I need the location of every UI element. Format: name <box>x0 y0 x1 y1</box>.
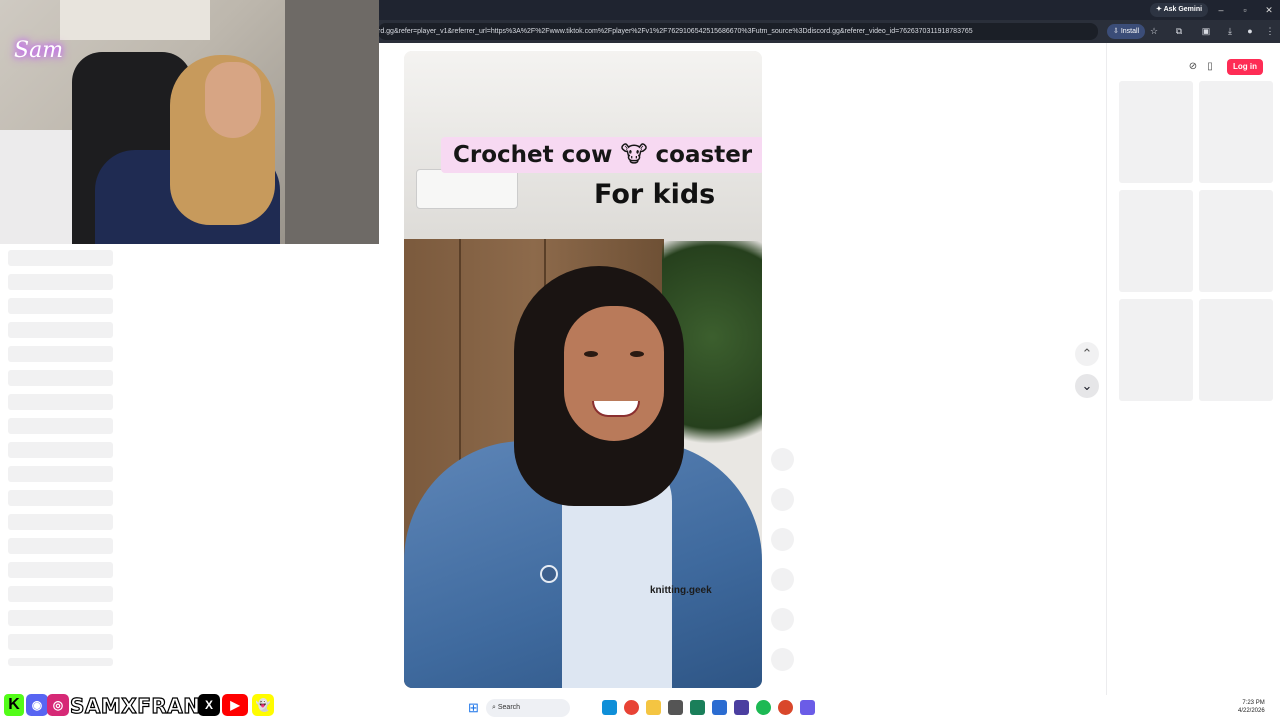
skeleton-row <box>8 370 113 386</box>
minimize-button[interactable]: – <box>1210 2 1232 18</box>
clock-date: 4/22/2026 <box>1238 708 1265 714</box>
video-player[interactable]: Crochet cow 🐮 coaster For kids knitting.… <box>404 51 762 688</box>
share-button-placeholder[interactable] <box>771 608 794 631</box>
chevron-up-icon: ⌃ <box>1081 346 1093 361</box>
skeleton-row <box>8 442 113 458</box>
snapchat-icon: 👻 <box>252 694 274 716</box>
chrome-app-icon[interactable] <box>778 700 793 715</box>
avatar-placeholder[interactable] <box>771 448 794 471</box>
video-caption-title: Crochet cow 🐮 coaster <box>441 137 762 173</box>
youtube-icon: ▶ <box>222 694 248 716</box>
right-panel-divider <box>1106 43 1107 695</box>
skeleton-row <box>8 586 113 602</box>
video-person-eye <box>630 351 644 357</box>
skeleton-row <box>8 610 113 626</box>
taskbar: ⊞ ⌕ Search 7:23 PM 4/22/2026 <box>280 696 1280 720</box>
install-app-button[interactable]: ⇩ Install <box>1107 24 1146 39</box>
login-button[interactable]: Log in <box>1227 59 1263 75</box>
video-watermark: knitting.geek <box>650 585 712 596</box>
maximize-button[interactable]: ▫ <box>1234 2 1256 18</box>
webcam-shelf <box>60 0 210 40</box>
skeleton-row <box>8 298 113 314</box>
skeleton-row <box>8 514 113 530</box>
extensions-icon[interactable]: ⧉ <box>1171 24 1187 39</box>
skeleton-row <box>8 274 113 290</box>
discord-icon: ◉ <box>26 694 48 716</box>
related-video-placeholder[interactable] <box>1199 81 1273 183</box>
taskbar-search-label: Search <box>497 704 521 711</box>
sidebar-skeleton <box>8 250 113 674</box>
phone-icon[interactable]: ▯ <box>1203 60 1217 74</box>
kick-icon: K <box>4 694 24 716</box>
sound-button-placeholder[interactable] <box>771 648 794 671</box>
app-icon[interactable] <box>690 700 705 715</box>
skeleton-row <box>8 658 113 666</box>
store-app-icon[interactable] <box>668 700 683 715</box>
comment-button-placeholder[interactable] <box>771 528 794 551</box>
related-video-placeholder[interactable] <box>1199 299 1273 401</box>
next-video-button[interactable]: ⌄ <box>1075 374 1099 398</box>
discord-app-icon[interactable] <box>800 700 815 715</box>
video-person-eye <box>584 351 598 357</box>
ask-gemini-button[interactable]: ✦ Ask Gemini <box>1150 3 1209 17</box>
skeleton-row <box>8 394 113 410</box>
webcam-streamer-face <box>205 62 261 138</box>
related-video-placeholder[interactable] <box>1119 81 1193 183</box>
split-view-icon[interactable]: ▣ <box>1198 24 1214 39</box>
windows-start-icon[interactable]: ⊞ <box>468 701 481 714</box>
x-icon: X <box>198 694 220 716</box>
edge-app-icon[interactable] <box>602 700 617 715</box>
video-air-conditioner <box>416 169 518 209</box>
url-field[interactable]: rd.gg&refer=player_v1&referrer_url=https… <box>378 23 1098 40</box>
skeleton-row <box>8 418 113 434</box>
skeleton-row <box>8 634 113 650</box>
close-button[interactable]: ✕ <box>1258 2 1280 18</box>
related-video-placeholder[interactable] <box>1199 190 1273 292</box>
webcam-door <box>285 0 379 244</box>
skeleton-row <box>8 346 113 362</box>
bookmark-star-icon[interactable]: ☆ <box>1146 24 1162 39</box>
skeleton-row <box>8 490 113 506</box>
install-label: Install <box>1120 28 1140 35</box>
video-caption-subtitle: For kids <box>594 179 716 210</box>
related-video-placeholder[interactable] <box>1119 299 1193 401</box>
menu-icon[interactable]: ⋮ <box>1262 24 1278 39</box>
clock-time: 7:23 PM <box>1242 700 1265 706</box>
profile-icon[interactable]: ● <box>1242 24 1258 39</box>
compass-icon[interactable]: ⊘ <box>1186 60 1200 74</box>
skeleton-row <box>8 250 113 266</box>
related-video-placeholder[interactable] <box>1119 190 1193 292</box>
app-icon[interactable] <box>712 700 727 715</box>
chevron-down-icon: ⌄ <box>1081 378 1093 393</box>
webcam-overlay: Sam <box>0 0 379 244</box>
download-icon[interactable]: ⤓ <box>1222 24 1238 39</box>
like-button-placeholder[interactable] <box>771 488 794 511</box>
system-clock[interactable]: 7:23 PM 4/22/2026 <box>1238 699 1265 715</box>
save-button-placeholder[interactable] <box>771 568 794 591</box>
search-icon: ⌕ <box>492 704 496 711</box>
instagram-icon: ◎ <box>47 694 69 716</box>
stream-social-banner: K ◉ ◎ SAMXFRANK X ▶ 👻 <box>0 692 280 720</box>
discord-app-icon[interactable] <box>734 700 749 715</box>
channel-name: SAMXFRANK <box>69 693 217 718</box>
chrome-app-icon[interactable] <box>624 700 639 715</box>
video-person-face <box>564 306 664 441</box>
skeleton-row <box>8 466 113 482</box>
file-explorer-icon[interactable] <box>646 700 661 715</box>
skeleton-row <box>8 322 113 338</box>
skeleton-row <box>8 562 113 578</box>
taskbar-search[interactable]: ⌕ Search <box>486 699 570 717</box>
skeleton-row <box>8 538 113 554</box>
ask-gemini-label: Ask Gemini <box>1163 6 1203 13</box>
spotify-app-icon[interactable] <box>756 700 771 715</box>
stream-logo: Sam <box>14 38 64 63</box>
jacket-badge <box>540 565 558 583</box>
previous-video-button[interactable]: ⌃ <box>1075 342 1099 366</box>
